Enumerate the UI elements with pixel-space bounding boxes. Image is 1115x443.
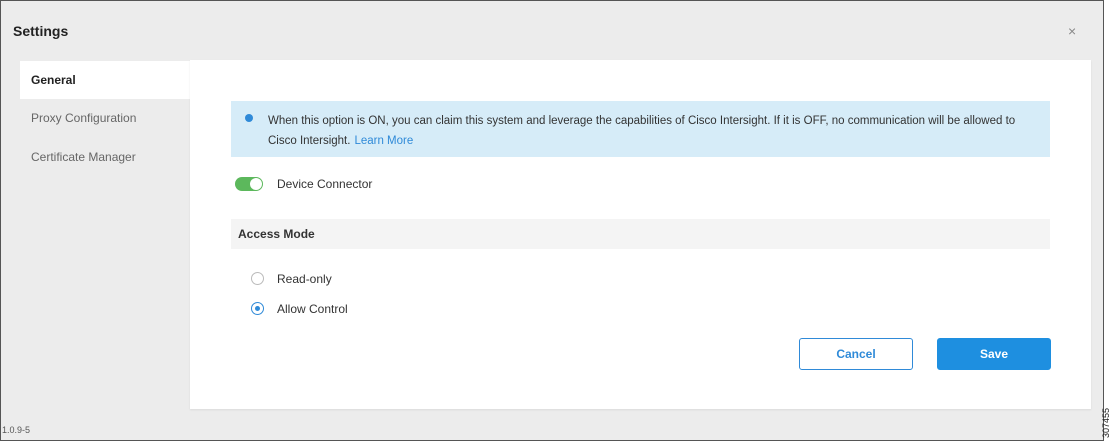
sidebar-item-certificate-manager[interactable]: Certificate Manager: [20, 138, 190, 176]
save-button[interactable]: Save: [937, 338, 1051, 370]
toggle-knob: [250, 178, 262, 190]
radio-selected-dot: [255, 306, 260, 311]
dialog-title: Settings: [13, 23, 69, 39]
device-connector-toggle[interactable]: [235, 177, 263, 191]
radio-allow-control[interactable]: [251, 302, 264, 315]
version-label: 1.0.9-5: [2, 425, 31, 435]
cancel-button[interactable]: Cancel: [799, 338, 913, 370]
info-icon: [245, 114, 253, 122]
close-icon[interactable]: ×: [1068, 24, 1076, 38]
access-mode-header: Access Mode: [231, 219, 1050, 249]
learn-more-link[interactable]: Learn More: [354, 135, 413, 147]
read-only-label: Read-only: [277, 272, 332, 286]
info-banner: When this option is ON, you can claim th…: [231, 101, 1050, 157]
sidebar-item-general[interactable]: General: [20, 61, 190, 99]
radio-read-only[interactable]: [251, 272, 264, 285]
device-connector-label: Device Connector: [277, 177, 373, 191]
figure-id: 307455: [1101, 407, 1111, 438]
sidebar-item-proxy-configuration[interactable]: Proxy Configuration: [20, 99, 190, 137]
allow-control-label: Allow Control: [277, 302, 348, 316]
